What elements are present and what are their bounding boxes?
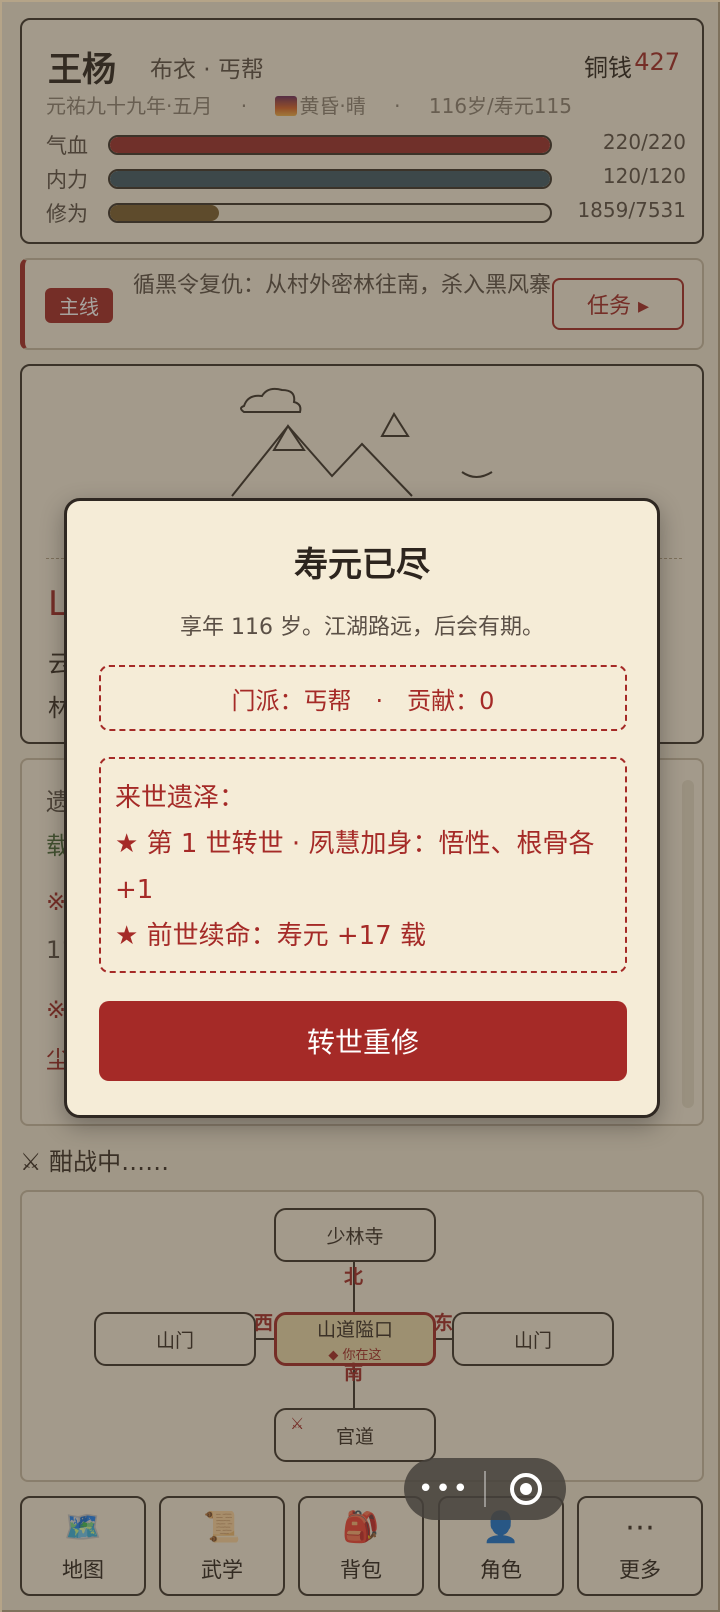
page: 王杨 布衣 · 丐帮 铜钱 427 元祐九十九年·五月 · 黄昏·晴 · 116… bbox=[0, 0, 720, 1612]
miniprogram-capsule: ••• bbox=[404, 1458, 566, 1520]
legacy-item: ★ 前世续命：寿元 +17 载 bbox=[115, 921, 426, 951]
legacy-item: ★ 第 1 世转世 · 夙慧加身：悟性、根骨各 +1 bbox=[115, 829, 595, 905]
lifespan-ended-dialog: 寿元已尽 享年 116 岁。江湖路远，后会有期。 门派：丐帮 · 贡献：0 来世… bbox=[64, 498, 660, 1118]
sect-summary: 门派：丐帮 · 贡献：0 bbox=[99, 665, 627, 731]
legacy-box: 来世遗泽： ★ 第 1 世转世 · 夙慧加身：悟性、根骨各 +1 ★ 前世续命：… bbox=[99, 757, 627, 973]
dialog-subtitle: 享年 116 岁。江湖路远，后会有期。 bbox=[180, 615, 544, 640]
capsule-close-button[interactable] bbox=[486, 1473, 566, 1505]
capsule-more-button[interactable]: ••• bbox=[404, 1474, 484, 1504]
reincarnate-button[interactable]: 转世重修 bbox=[99, 1001, 627, 1081]
legacy-title: 来世遗泽： bbox=[115, 783, 246, 813]
dialog-title: 寿元已尽 bbox=[294, 545, 430, 585]
target-icon bbox=[510, 1473, 542, 1505]
